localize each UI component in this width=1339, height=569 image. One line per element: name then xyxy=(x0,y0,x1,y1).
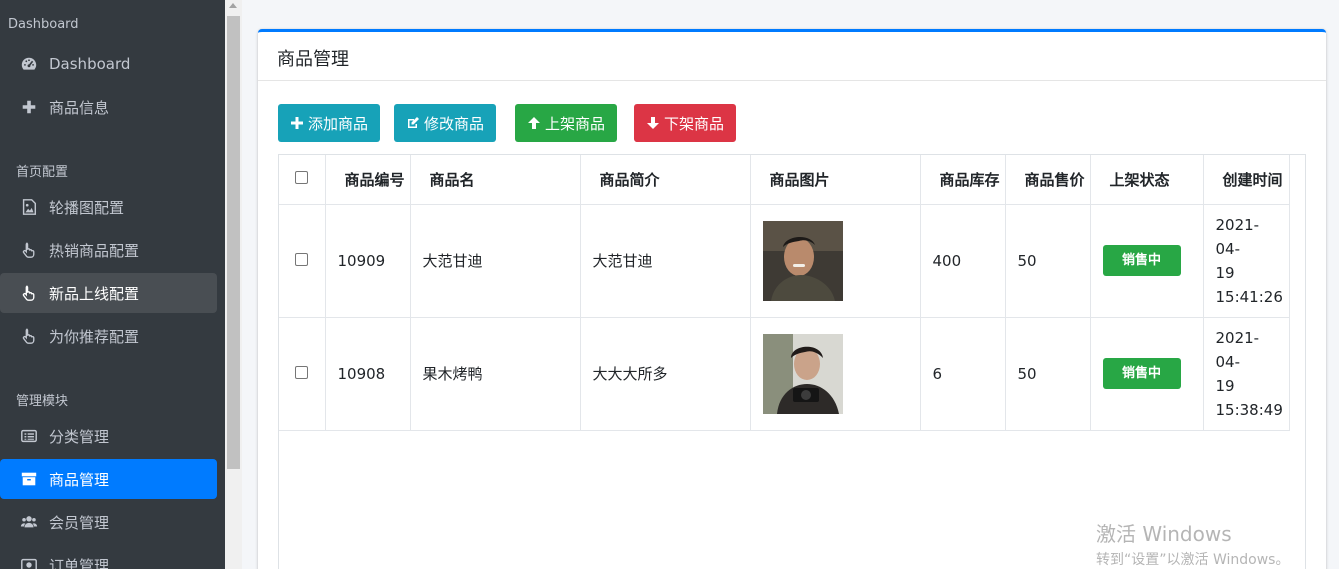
sidebar-item-category[interactable]: 分类管理 xyxy=(0,416,217,456)
sidebar-item-members[interactable]: 会员管理 xyxy=(0,502,217,542)
sidebar-item-label: 订单管理 xyxy=(49,556,110,569)
created-time: 2021-04- 19 15:41:26 xyxy=(1202,203,1290,318)
off-shelf-button[interactable]: 下架商品 xyxy=(634,104,737,142)
sidebar-item-label: 分类管理 xyxy=(49,427,110,446)
product-intro: 大范甘迪 xyxy=(579,203,751,318)
sidebar-item-label: 会员管理 xyxy=(49,513,110,532)
order-icon xyxy=(18,555,40,569)
created-clock: 15:38:49 xyxy=(1215,400,1283,419)
sidebar-item-label: 新品上线配置 xyxy=(49,284,140,303)
created-day: 19 xyxy=(1215,376,1235,395)
created-clock: 15:41:26 xyxy=(1215,287,1283,306)
table-row[interactable]: 10908 果木烤鸭 大大大所多 6 50 销售中 2021-04- 19 15… xyxy=(279,316,1290,431)
product-image-cell xyxy=(749,316,921,431)
created-day: 19 xyxy=(1215,263,1235,282)
plus-icon xyxy=(18,97,40,117)
product-id: 10908 xyxy=(324,316,411,431)
product-status-cell: 销售中 xyxy=(1089,316,1204,431)
row-select-cell xyxy=(279,316,326,431)
hand-pointer-icon xyxy=(18,326,40,346)
image-icon xyxy=(18,197,40,217)
watermark-title: 激活 Windows xyxy=(1096,522,1232,546)
sidebar-item-hot-products[interactable]: 热销商品配置 xyxy=(0,230,217,270)
product-table: 商品编号 商品名 商品简介 商品图片 商品库存 商品售价 上架状态 创建时间 1… xyxy=(279,155,1290,431)
status-badge: 销售中 xyxy=(1102,245,1181,276)
sidebar-item-product-management[interactable]: 商品管理 xyxy=(0,459,217,499)
archive-icon xyxy=(18,469,40,489)
product-image xyxy=(762,333,843,414)
on-shelf-label: 上架商品 xyxy=(545,115,606,133)
created-time: 2021-04- 19 15:38:49 xyxy=(1202,316,1290,431)
product-stock: 6 xyxy=(919,316,1006,431)
column-header[interactable]: 商品售价 xyxy=(1004,155,1091,205)
product-image xyxy=(762,220,843,301)
arrow-down-icon xyxy=(647,117,659,129)
column-header[interactable]: 商品编号 xyxy=(324,155,411,205)
edit-product-button[interactable]: 修改商品 xyxy=(394,104,497,142)
product-name: 大范甘迪 xyxy=(409,203,581,318)
add-product-label: 添加商品 xyxy=(308,115,369,133)
column-header[interactable]: 商品库存 xyxy=(919,155,1006,205)
column-header[interactable]: 商品图片 xyxy=(749,155,921,205)
sidebar-item-label: 轮播图配置 xyxy=(49,198,125,217)
column-header[interactable]: 商品名 xyxy=(409,155,581,205)
sidebar-item-carousel[interactable]: 轮播图配置 xyxy=(0,187,217,227)
tachometer-icon xyxy=(18,54,40,74)
sidebar-section-homepage: 首页配置 xyxy=(16,165,69,180)
product-image-cell xyxy=(749,203,921,318)
product-table-container[interactable]: 商品编号 商品名 商品简介 商品图片 商品库存 商品售价 上架状态 创建时间 1… xyxy=(278,154,1306,569)
sidebar-item-label: 商品信息 xyxy=(49,98,110,117)
watermark-subtitle: 转到“设置”以激活 Windows。 xyxy=(1096,552,1290,568)
scroll-up-arrow-icon[interactable] xyxy=(229,3,237,8)
edit-product-label: 修改商品 xyxy=(424,115,485,133)
sidebar-item-orders[interactable]: 订单管理 xyxy=(0,545,217,569)
edit-icon xyxy=(408,117,419,128)
product-price: 50 xyxy=(1004,316,1091,431)
select-all-checkbox[interactable] xyxy=(295,171,309,185)
product-name: 果木烤鸭 xyxy=(409,316,581,431)
created-date: 2021-04- xyxy=(1215,328,1260,371)
sidebar-item-label: Dashboard xyxy=(49,55,131,73)
product-intro: 大大大所多 xyxy=(579,316,751,431)
row-select-cell xyxy=(279,203,326,318)
sidebar-item-label: 商品管理 xyxy=(49,470,110,489)
hand-pointer-icon xyxy=(18,283,40,303)
hand-pointer-icon xyxy=(18,240,40,260)
created-date: 2021-04- xyxy=(1215,215,1260,258)
status-badge: 销售中 xyxy=(1102,358,1181,389)
sidebar-item-label: 为你推荐配置 xyxy=(49,327,140,346)
users-icon xyxy=(18,512,40,532)
row-checkbox[interactable] xyxy=(295,365,309,379)
product-status-cell: 销售中 xyxy=(1089,203,1204,318)
sidebar: Dashboard Dashboard 商品信息 首页配置 轮播图配置 热销商品… xyxy=(0,0,225,569)
scrollbar-thumb[interactable] xyxy=(227,16,240,469)
select-all-cell xyxy=(279,155,326,205)
table-header-row: 商品编号 商品名 商品简介 商品图片 商品库存 商品售价 上架状态 创建时间 xyxy=(279,155,1290,205)
table-row[interactable]: 10909 大范甘迪 大范甘迪 400 50 销售中 2021-04- 19 1… xyxy=(279,203,1290,318)
sidebar-item-dashboard[interactable]: Dashboard xyxy=(0,44,217,84)
sidebar-item-recommend[interactable]: 为你推荐配置 xyxy=(0,316,217,356)
windows-activation-watermark: 激活 Windows 转到“设置”以激活 Windows。 xyxy=(1096,518,1289,569)
plus-icon xyxy=(291,117,303,129)
sidebar-section-management: 管理模块 xyxy=(16,394,69,409)
on-shelf-button[interactable]: 上架商品 xyxy=(515,104,618,142)
column-header[interactable]: 商品简介 xyxy=(579,155,751,205)
sidebar-item-product-info[interactable]: 商品信息 xyxy=(0,87,217,127)
product-stock: 400 xyxy=(919,203,1006,318)
sidebar-item-new-products[interactable]: 新品上线配置 xyxy=(0,273,217,313)
add-product-button[interactable]: 添加商品 xyxy=(278,104,381,142)
sidebar-scrollbar[interactable] xyxy=(225,0,242,569)
list-alt-icon xyxy=(18,426,40,446)
card-title: 商品管理 xyxy=(258,32,1326,81)
product-price: 50 xyxy=(1004,203,1091,318)
sidebar-item-label: 热销商品配置 xyxy=(49,241,140,260)
column-header[interactable]: 上架状态 xyxy=(1089,155,1204,205)
sidebar-header: Dashboard xyxy=(8,17,79,32)
product-id: 10909 xyxy=(324,203,411,318)
off-shelf-label: 下架商品 xyxy=(664,115,725,133)
product-management-card: 商品管理 添加商品 修改商品 上架商品 下架商品 商品编号 商品名 商品简介 商… xyxy=(258,29,1326,569)
row-checkbox[interactable] xyxy=(295,252,309,266)
arrow-up-icon xyxy=(528,117,540,129)
column-header[interactable]: 创建时间 xyxy=(1202,155,1290,205)
